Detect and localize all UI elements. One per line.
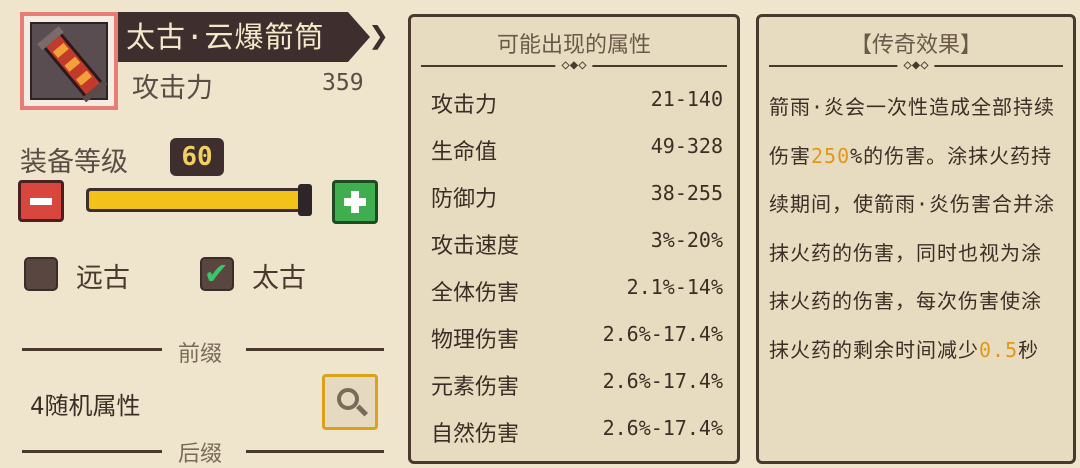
level-value: 60 — [170, 138, 224, 176]
level-decrease-button[interactable] — [18, 180, 64, 222]
stat-name: 生命值 — [431, 140, 498, 165]
panel-title: 【传奇效果】 — [849, 33, 982, 58]
stat-row: 防御力 38-255 — [411, 181, 737, 221]
chevron-right-icon: ❯❯ — [348, 16, 389, 56]
stat-row: 生命值 49-328 — [411, 134, 737, 174]
checkmark-icon: ✔ — [206, 252, 227, 292]
panel-title: 可能出现的属性 — [496, 33, 651, 58]
prefix-search-button[interactable] — [322, 374, 378, 430]
legendary-effect-text: 箭雨·炎会一次性造成全部持续伤害250%的伤害。涂抹火药持续期间，使箭雨·炎伤害… — [769, 95, 1056, 362]
legendary-effect-panel: 【传奇效果】 ◇◆◇ 箭雨·炎会一次性造成全部持续伤害250%的伤害。涂抹火药持… — [756, 14, 1076, 464]
stat-row: 物理伤害 2.6%-17.4% — [411, 322, 737, 362]
level-increase-button[interactable] — [332, 180, 378, 224]
level-label: 装备等级 — [20, 147, 128, 178]
stat-name: 攻击力 — [431, 93, 498, 118]
level-slider[interactable] — [86, 188, 310, 212]
stat-row: 元素伤害 2.6%-17.4% — [411, 369, 737, 409]
stat-name: 元素伤害 — [431, 375, 520, 400]
prefix-label: 前缀 — [178, 342, 223, 367]
quiver-icon — [30, 22, 108, 103]
stat-row: 自然伤害 2.6%-17.4% — [411, 416, 737, 456]
divider — [22, 348, 162, 351]
stat-range: 3%-20% — [650, 228, 723, 252]
item-name: 太古·云爆箭筒 — [118, 12, 370, 62]
stat-name: 全体伤害 — [431, 281, 520, 306]
stat-range: 38-255 — [650, 181, 723, 205]
attack-value: 359 — [322, 70, 364, 96]
highlight-value: 0.5 — [979, 337, 1019, 362]
prefix-text: 4随机属性 — [30, 392, 141, 420]
level-slider-fill — [89, 191, 307, 209]
suffix-label: 后缀 — [178, 442, 223, 467]
item-icon-frame[interactable] — [20, 12, 118, 110]
stat-name: 攻击速度 — [431, 234, 520, 259]
checkbox-primal-label: 太古 — [252, 263, 306, 294]
stat-row: 全体伤害 2.1%-14% — [411, 275, 737, 315]
stat-range: 2.1%-14% — [626, 275, 723, 299]
stat-name: 物理伤害 — [431, 328, 520, 353]
level-slider-handle[interactable] — [298, 184, 312, 216]
divider — [246, 348, 384, 351]
stat-range: 2.6%-17.4% — [602, 369, 723, 393]
attack-label: 攻击力 — [132, 73, 213, 104]
ornament-icon: ◇◆◇ — [555, 57, 593, 73]
stat-range: 21-140 — [650, 87, 723, 111]
checkbox-primal[interactable]: ✔ — [200, 252, 234, 292]
highlight-value: 250 — [811, 143, 851, 168]
stat-row: 攻击力 21-140 — [411, 87, 737, 127]
stat-range: 49-328 — [650, 134, 723, 158]
stat-name: 自然伤害 — [431, 422, 520, 447]
stat-name: 防御力 — [431, 187, 498, 212]
checkbox-ancient[interactable] — [24, 257, 58, 291]
stat-row: 攻击速度 3%-20% — [411, 228, 737, 268]
stat-range: 2.6%-17.4% — [602, 322, 723, 346]
checkbox-ancient-label: 远古 — [76, 263, 130, 294]
possible-stats-panel: 可能出现的属性 ◇◆◇ 攻击力 21-140 生命值 49-328 防御力 38… — [408, 14, 740, 464]
ornament-icon: ◇◆◇ — [897, 57, 935, 73]
stat-range: 2.6%-17.4% — [602, 416, 723, 440]
minus-icon — [30, 198, 52, 205]
